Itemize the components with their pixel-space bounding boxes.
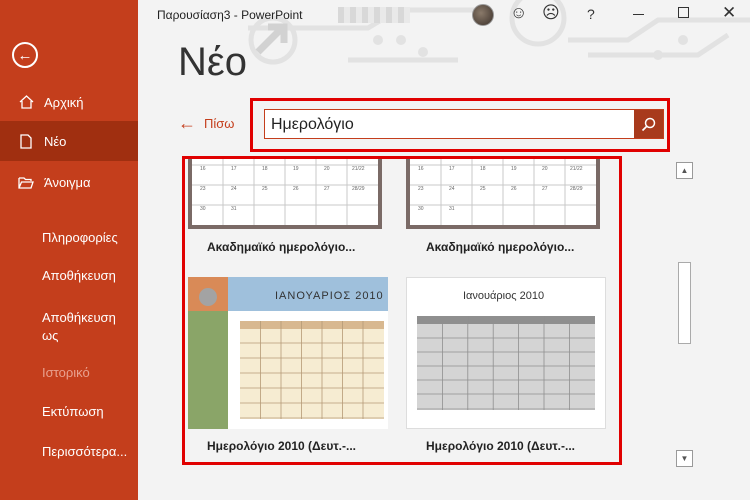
scroll-thumb[interactable] — [678, 262, 691, 344]
template-thumbnail: 16 17 18 19 20 21/22 23 24 25 26 27 28/2… — [188, 159, 382, 229]
template-label: Ακαδημαϊκό ημερολόγιο... — [426, 240, 575, 254]
back-arrow-icon[interactable]: ← — [12, 42, 38, 68]
sidebar-item-save[interactable]: Αποθήκευση — [42, 267, 116, 285]
cal-cell: 23 — [418, 186, 424, 192]
cal-cell: 19 — [293, 166, 299, 172]
search-input[interactable] — [271, 115, 631, 135]
avatar[interactable] — [472, 4, 494, 26]
sidebar-item-open[interactable]: Άνοιγμα — [0, 162, 138, 202]
cal-cell: 18 — [480, 166, 486, 172]
cal-cell: 24 — [449, 186, 455, 192]
window-title: Παρουσίαση3 - PowerPoint — [157, 8, 303, 22]
template-results: 16 17 18 19 20 21/22 23 24 25 26 27 28/2… — [182, 156, 622, 465]
sidebar-item-label: Νέο — [44, 133, 67, 149]
frown-icon[interactable]: ☹ — [542, 3, 560, 23]
cal-cell: 19 — [511, 166, 517, 172]
sidebar-item-label: Άνοιγμα — [44, 174, 91, 190]
sidebar-item-more[interactable]: Περισσότερα... — [42, 443, 127, 461]
template-label: Ημερολόγιο 2010 (Δευτ.-... — [426, 439, 576, 453]
cal-cell: 21/22 — [352, 166, 365, 172]
cal-cell: 16 — [200, 166, 206, 172]
sidebar-item-history: Ιστορικό — [42, 365, 90, 380]
help-icon[interactable]: ? — [587, 6, 595, 22]
scroll-up-icon[interactable]: ▲ — [676, 162, 693, 179]
results-scrollbar[interactable]: ▲ ▼ — [676, 162, 693, 467]
cal-cell: 30 — [418, 206, 424, 212]
cal-cell: 26 — [511, 186, 517, 192]
sidebar-item-save-as[interactable]: Αποθήκευση ως — [42, 309, 122, 345]
cal-cell: 27 — [324, 186, 330, 192]
page-title: Νέο — [178, 40, 247, 84]
cal-cell: 20 — [324, 166, 330, 172]
cal-cell: 23 — [200, 186, 206, 192]
cal-cell: 26 — [293, 186, 299, 192]
template-label: Ημερολόγιο 2010 (Δευτ.-... — [207, 439, 357, 453]
title-bar: Παρουσίαση3 - PowerPoint ☺ ☹ ? ✕ — [138, 0, 750, 30]
back-link-label: Πίσω — [204, 115, 235, 131]
close-icon[interactable]: ✕ — [722, 3, 736, 23]
template-thumbnail: 16 17 18 19 20 21/22 23 24 25 26 27 28/2… — [406, 159, 600, 229]
sidebar-item-home[interactable]: Αρχική — [0, 82, 138, 122]
sidebar-item-print[interactable]: Εκτύπωση — [42, 403, 104, 421]
cal-cell: 16 — [418, 166, 424, 172]
back-link[interactable]: ← Πίσω — [178, 114, 234, 132]
cal-cell: 25 — [480, 186, 486, 192]
cal-cell: 25 — [262, 186, 268, 192]
sidebar-item-new[interactable]: Νέο — [0, 121, 138, 161]
cal-cell: 31 — [231, 206, 237, 212]
cal-cell: 17 — [449, 166, 455, 172]
template-tile[interactable]: ΙΑΝΟΥΑΡΙΟΣ 2010 — [188, 277, 388, 429]
template-tile[interactable]: Ιανουάριος 2010 — [406, 277, 606, 429]
cal-cell: 27 — [542, 186, 548, 192]
smile-icon[interactable]: ☺ — [510, 3, 527, 23]
cal-cell: 28/29 — [570, 186, 583, 192]
template-label: Ακαδημαϊκό ημερολόγιο... — [207, 240, 356, 254]
minimize-icon[interactable] — [633, 14, 644, 15]
thumbnail-month: Ιανουάριος 2010 — [463, 290, 545, 302]
sidebar-item-info[interactable]: Πληροφορίες — [42, 229, 118, 247]
scroll-down-icon[interactable]: ▼ — [676, 450, 693, 467]
search-box — [264, 109, 664, 139]
cal-cell: 18 — [262, 166, 268, 172]
sidebar-item-label: Αρχική — [44, 94, 84, 110]
cal-cell: 17 — [231, 166, 237, 172]
cal-cell: 31 — [449, 206, 455, 212]
search-button[interactable] — [634, 110, 663, 138]
search-icon — [641, 117, 656, 131]
backstage-main: Παρουσίαση3 - PowerPoint ☺ ☹ ? ✕ Νέο ← Π… — [138, 0, 750, 500]
new-document-icon — [18, 133, 34, 149]
account-name-blurred — [338, 7, 410, 23]
maximize-icon[interactable] — [678, 7, 689, 18]
cal-cell: 20 — [542, 166, 548, 172]
home-icon — [18, 95, 34, 109]
back-arrow-icon: ← — [178, 113, 196, 133]
open-folder-icon — [18, 176, 34, 189]
cal-cell: 21/22 — [570, 166, 583, 172]
cal-cell: 24 — [231, 186, 237, 192]
cal-cell: 28/29 — [352, 186, 365, 192]
cal-cell: 30 — [200, 206, 206, 212]
backstage-sidebar: ← Αρχική Νέο Άνοιγμα Πληροφορίες Αποθήκε… — [0, 0, 138, 500]
thumbnail-month: ΙΑΝΟΥΑΡΙΟΣ 2010 — [275, 290, 384, 302]
